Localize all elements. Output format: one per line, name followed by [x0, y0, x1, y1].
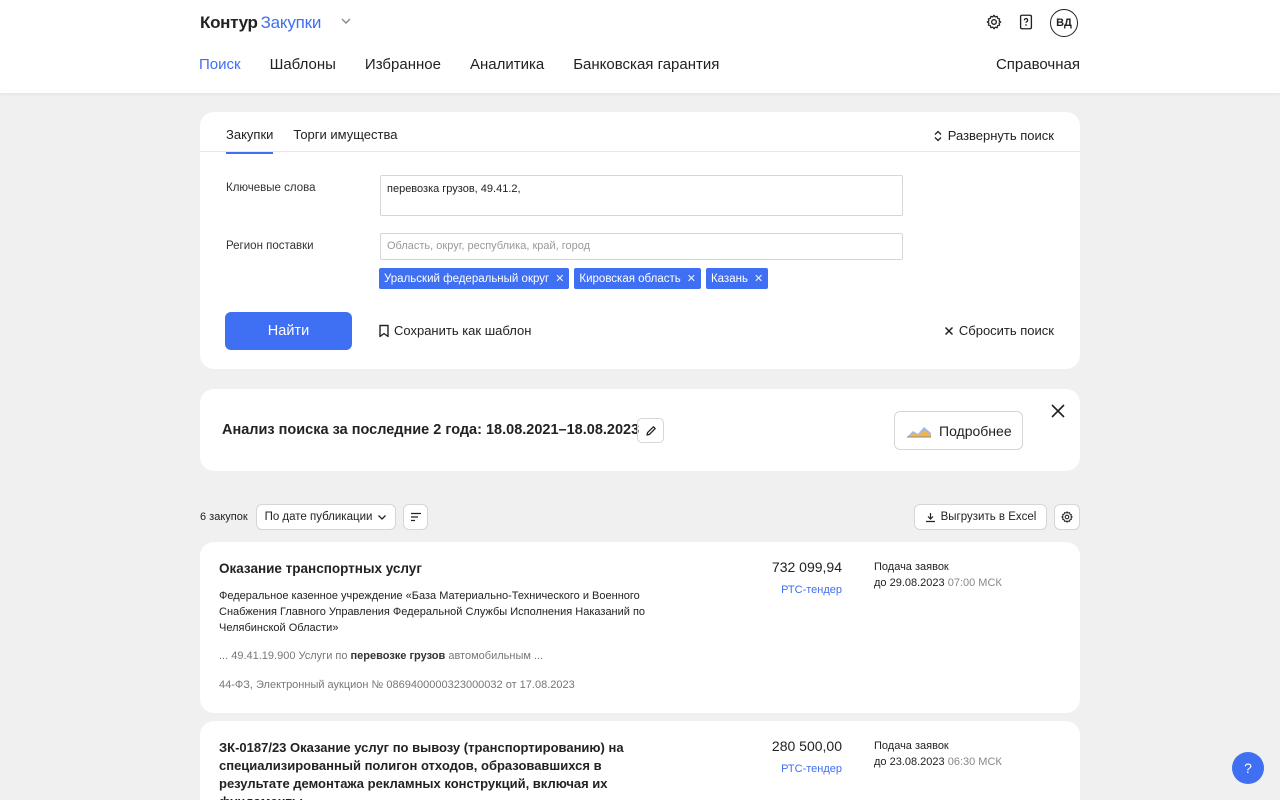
search-panel: Закупки Торги имущества Развернуть поиск… [200, 112, 1080, 369]
result-card[interactable]: ЗК-0187/23 Оказание услуг по вывозу (тра… [200, 721, 1080, 800]
save-template-button[interactable]: Сохранить как шаблон [378, 323, 531, 338]
analysis-title: Анализ поиска за последние 2 года: 18.08… [222, 422, 640, 438]
sort-order-button[interactable] [403, 504, 428, 530]
avatar[interactable]: ВД [1050, 9, 1078, 37]
reset-search-label: Сбросить поиск [958, 323, 1054, 338]
region-chip: Уральский федеральный округ ✕ [379, 268, 570, 289]
result-platform-link[interactable]: РТС-тендер [781, 763, 842, 775]
result-card[interactable]: Оказание транспортных услуг Федеральное … [200, 542, 1080, 713]
region-chip-label: Кировская область [579, 272, 681, 285]
reset-search-button[interactable]: Сбросить поиск [944, 323, 1054, 338]
logo-main-text: Контур [200, 13, 258, 32]
help-button[interactable]: ? [1232, 752, 1264, 784]
export-excel-button[interactable]: Выгрузить в Excel [914, 504, 1047, 530]
nav-item-analytics[interactable]: Аналитика [470, 56, 544, 73]
chip-remove-icon[interactable]: ✕ [555, 272, 564, 285]
nav-item-search[interactable]: Поиск [199, 56, 241, 73]
expand-search-label: Развернуть поиск [947, 128, 1054, 143]
expand-search-button[interactable]: Развернуть поиск [933, 128, 1054, 143]
snippet-text: автомобильным ... [445, 650, 544, 662]
deadline-date: до 29.08.2023 [874, 577, 945, 589]
deadline-label: Подача заявок [874, 561, 949, 573]
keywords-input[interactable]: перевозка грузов, 49.41.2, [380, 175, 903, 216]
chevron-down-icon [378, 515, 387, 520]
find-button[interactable]: Найти [225, 312, 352, 350]
results-count: 6 закупок [200, 511, 248, 523]
tab-property-auctions[interactable]: Торги имущества [293, 127, 397, 154]
search-tabs: Закупки Торги имущества [226, 127, 397, 154]
result-price: 280 500,00 [771, 738, 842, 754]
deadline-label: Подача заявок [874, 740, 949, 752]
logo[interactable]: Контур Закупки [200, 12, 321, 34]
results-toolbar: 6 закупок По дате публикации Выгрузить в… [200, 504, 1080, 530]
save-template-label: Сохранить как шаблон [394, 323, 532, 338]
region-chip: Казань ✕ [705, 268, 769, 289]
bookmark-icon [379, 324, 389, 337]
nav-item-bank-guarantee[interactable]: Банковская гарантия [573, 56, 719, 73]
close-icon[interactable] [1050, 403, 1066, 419]
region-input[interactable]: Область, округ, республика, край, город [380, 233, 903, 260]
logo-product-text: Закупки [260, 13, 322, 32]
expand-icon [934, 130, 942, 141]
nav-item-help[interactable]: Справочная [996, 56, 1080, 73]
chip-remove-icon[interactable]: ✕ [754, 272, 763, 285]
help-book-icon[interactable] [1017, 13, 1035, 31]
result-law-info: 44-ФЗ, Электронный аукцион № 08694000003… [219, 679, 575, 691]
download-icon [925, 512, 935, 522]
top-header: Контур Закупки ВД Поиск Шаблоны Избранно… [0, 0, 1280, 93]
region-label: Регион поставки [226, 240, 314, 252]
snippet-highlight: перевозке грузов [350, 650, 446, 662]
deadline-value: до 23.08.2023 06:30 МСК [874, 756, 1002, 768]
result-customer: Федеральное казенное учреждение «База Ма… [219, 590, 646, 634]
region-chip-label: Казань [710, 272, 748, 285]
close-icon [944, 326, 953, 335]
result-title[interactable]: Оказание транспортных услуг [219, 560, 659, 578]
analysis-more-label: Подробнее [939, 422, 1012, 439]
chip-remove-icon[interactable]: ✕ [687, 272, 696, 285]
pencil-icon [645, 425, 656, 436]
result-title[interactable]: ЗК-0187/23 Оказание услуг по вывозу (тра… [219, 739, 659, 800]
analytics-chart-icon [907, 426, 931, 437]
export-excel-label: Выгрузить в Excel [940, 511, 1037, 523]
keywords-label: Ключевые слова [226, 182, 316, 194]
region-chips: Уральский федеральный округ ✕ Кировская … [379, 268, 769, 289]
results-settings-button[interactable] [1054, 504, 1080, 530]
sort-icon [410, 512, 421, 522]
sort-label: По дате публикации [264, 511, 373, 523]
tabs-divider [200, 151, 1080, 152]
search-analysis-panel: Анализ поиска за последние 2 года: 18.08… [200, 389, 1080, 471]
gear-icon[interactable] [985, 13, 1003, 31]
deadline-date: до 23.08.2023 [874, 756, 945, 768]
analysis-more-button[interactable]: Подробнее [894, 411, 1023, 450]
region-chip-label: Уральский федеральный округ [384, 272, 550, 285]
deadline-value: до 29.08.2023 07:00 МСК [874, 577, 1002, 589]
sort-dropdown[interactable]: По дате публикации [256, 504, 396, 530]
tab-purchases[interactable]: Закупки [226, 127, 274, 154]
nav-item-favorites[interactable]: Избранное [365, 56, 441, 73]
result-platform-link[interactable]: РТС-тендер [781, 584, 842, 596]
snippet-text: ... 49.41.19.900 Услуги по [219, 650, 351, 662]
nav-item-templates[interactable]: Шаблоны [270, 56, 336, 73]
region-chip: Кировская область ✕ [574, 268, 701, 289]
edit-period-button[interactable] [637, 418, 664, 443]
gear-icon [1061, 511, 1073, 523]
main-nav: Поиск Шаблоны Избранное Аналитика Банков… [199, 56, 719, 73]
deadline-time: 07:00 МСК [947, 577, 1002, 589]
chevron-down-icon[interactable] [338, 13, 354, 29]
deadline-time: 06:30 МСК [947, 756, 1002, 768]
result-snippet: ... 49.41.19.900 Услуги по перевозке гру… [219, 650, 543, 662]
result-price: 732 099,94 [771, 559, 842, 575]
